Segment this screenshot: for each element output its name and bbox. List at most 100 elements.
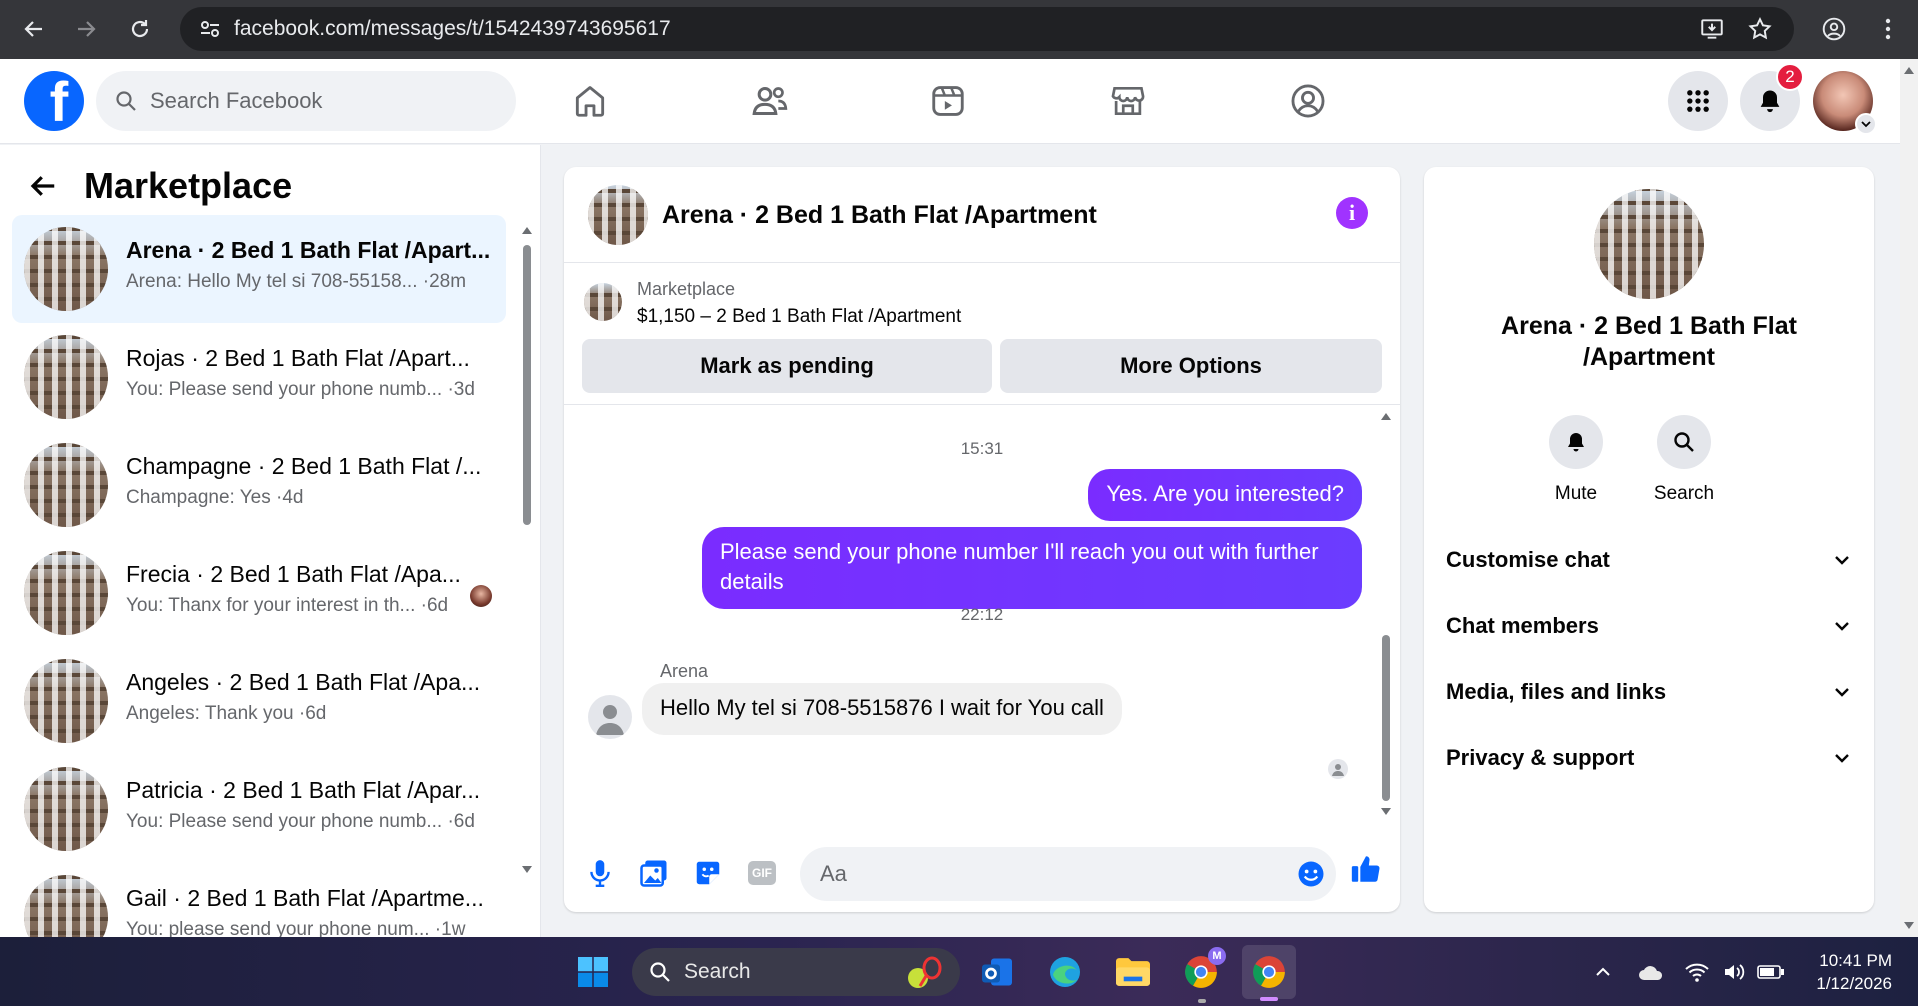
forward-arrow-icon[interactable] [66, 9, 106, 49]
conversation-scrollbar[interactable] [520, 225, 534, 935]
bell-icon [1760, 90, 1780, 113]
edge-icon[interactable] [1042, 949, 1088, 995]
facebook-logo-icon[interactable]: f [24, 71, 84, 131]
url-text[interactable]: facebook.com/messages/t/1542439743695617 [234, 17, 671, 41]
listing-price[interactable]: $1,150 – 2 Bed 1 Bath Flat /Apartment [637, 306, 961, 328]
marketplace-icon[interactable] [1106, 79, 1150, 123]
facebook-search-box[interactable] [96, 71, 516, 131]
outgoing-message[interactable]: Yes. Are you interested? [1088, 469, 1362, 521]
conversation-item[interactable]: Frecia · 2 Bed 1 Bath Flat /Apa... You: … [12, 539, 506, 647]
volume-icon[interactable] [1720, 957, 1750, 987]
mute-button[interactable]: Mute [1536, 415, 1616, 505]
home-icon[interactable] [568, 79, 612, 123]
windows-start-icon[interactable] [570, 949, 616, 995]
profile-badge: M [1208, 947, 1226, 965]
chat-info-panel: Arena · 2 Bed 1 Bath Flat /Apartment Mut… [1424, 167, 1874, 912]
chat-members-row[interactable]: Chat members [1446, 601, 1852, 651]
search-input[interactable] [150, 88, 470, 114]
conversation-snippet: You: please send your phone num... ·1w [126, 919, 466, 937]
scroll-up-icon[interactable] [521, 225, 533, 235]
search-icon [1657, 415, 1711, 469]
page-scrollbar[interactable] [1900, 59, 1918, 937]
conversation-item[interactable]: Arena · 2 Bed 1 Bath Flat /Apart... Aren… [12, 215, 506, 323]
conversation-item[interactable]: Angeles · 2 Bed 1 Bath Flat /Apa... Ange… [12, 647, 506, 755]
message-input[interactable] [820, 861, 1260, 887]
info-title-line: /Apartment [1583, 343, 1715, 371]
bookmark-star-icon[interactable] [1740, 9, 1780, 49]
chat-listing-thumbnail[interactable] [588, 185, 648, 245]
chat-scrollbar[interactable] [1379, 411, 1393, 821]
account-avatar[interactable] [1813, 71, 1877, 135]
browser-toolbar: facebook.com/messages/t/1542439743695617 [0, 0, 1918, 59]
mark-as-pending-button[interactable]: Mark as pending [582, 339, 992, 393]
menu-grid-icon[interactable] [1668, 71, 1728, 131]
photo-icon[interactable] [636, 855, 672, 891]
conversation-item[interactable]: Rojas · 2 Bed 1 Bath Flat /Apart... You:… [12, 323, 506, 431]
system-clock[interactable]: 10:41 PM 1/12/2026 [1816, 949, 1892, 995]
browser-menu-icon[interactable] [1868, 9, 1908, 49]
install-app-icon[interactable] [1692, 9, 1732, 49]
taskbar-search[interactable]: Search [632, 948, 960, 996]
gif-icon[interactable]: GIF [744, 855, 780, 891]
site-settings-icon[interactable] [198, 17, 222, 41]
onedrive-cloud-icon[interactable] [1636, 957, 1666, 987]
customise-chat-row[interactable]: Customise chat [1446, 535, 1852, 585]
incoming-message[interactable]: Hello My tel si 708-5515876 I wait for Y… [642, 683, 1122, 735]
wifi-icon[interactable] [1682, 957, 1712, 987]
outgoing-message[interactable]: Please send your phone number I'll reach… [702, 527, 1362, 609]
friends-icon[interactable] [748, 79, 792, 123]
emoji-icon[interactable] [1296, 859, 1326, 889]
conversation-name: Patricia · 2 Bed 1 Bath Flat /Apar... [126, 777, 481, 803]
clock-time: 10:41 PM [1819, 951, 1892, 970]
row-label: Chat members [1446, 613, 1599, 638]
panel-title: Marketplace [84, 165, 293, 206]
scroll-down-icon[interactable] [521, 865, 533, 875]
timestamp: 22:12 [960, 605, 1004, 624]
conversation-item[interactable]: Champagne · 2 Bed 1 Bath Flat /... Champ… [12, 431, 506, 539]
conversation-snippet: Arena: Hello My tel si 708-55158... ·28m [126, 271, 467, 292]
scroll-up-icon[interactable] [1903, 65, 1915, 75]
reload-icon[interactable] [120, 9, 160, 49]
thumbs-up-icon[interactable] [1348, 851, 1384, 887]
listing-thumbnail [24, 335, 108, 419]
more-options-button[interactable]: More Options [1000, 339, 1382, 393]
search-in-chat-button[interactable]: Search [1644, 415, 1724, 505]
chevron-down-icon[interactable] [1855, 113, 1877, 135]
scroll-thumb[interactable] [1382, 635, 1390, 801]
chrome-active-icon[interactable] [1242, 945, 1296, 1001]
privacy-support-row[interactable]: Privacy & support [1446, 733, 1852, 783]
bell-icon [1549, 415, 1603, 469]
outlook-icon[interactable] [974, 949, 1020, 995]
conversation-snippet: You: Please send your phone numb... ·6d [126, 811, 475, 832]
conversation-name: Champagne · 2 Bed 1 Bath Flat /... [126, 453, 482, 479]
video-icon[interactable] [926, 79, 970, 123]
chrome-icon[interactable]: M [1178, 947, 1226, 1003]
gaming-icon[interactable] [1286, 79, 1330, 123]
conversation-item[interactable]: Patricia · 2 Bed 1 Bath Flat /Apar... Yo… [12, 755, 506, 863]
notifications-button[interactable]: 2 [1740, 63, 1804, 131]
show-hidden-icons-chevron-icon[interactable] [1588, 957, 1618, 987]
scroll-down-icon[interactable] [1380, 807, 1392, 817]
scroll-down-icon[interactable] [1903, 921, 1915, 931]
scroll-up-icon[interactable] [1380, 411, 1392, 421]
sticker-icon[interactable] [690, 855, 726, 891]
microphone-icon[interactable] [582, 855, 618, 891]
scroll-thumb[interactable] [523, 245, 531, 525]
profile-icon[interactable] [1814, 9, 1854, 49]
battery-icon[interactable] [1756, 957, 1786, 987]
sender-avatar[interactable] [588, 695, 632, 739]
file-explorer-icon[interactable] [1110, 949, 1156, 995]
conversation-item[interactable]: Gail · 2 Bed 1 Bath Flat /Apartme... You… [12, 863, 506, 937]
conversation-name: Arena · 2 Bed 1 Bath Flat /Apart... [126, 237, 491, 263]
info-icon[interactable]: i [1336, 197, 1368, 229]
clock-date: 1/12/2026 [1816, 974, 1892, 993]
info-listing-thumbnail[interactable] [1594, 189, 1704, 299]
address-bar[interactable]: facebook.com/messages/t/1542439743695617 [180, 7, 1794, 51]
notification-badge: 2 [1776, 63, 1804, 91]
back-arrow-icon[interactable] [28, 171, 58, 201]
conversation-list-panel: Marketplace Arena · 2 Bed 1 Bath Flat /A… [0, 145, 541, 937]
message-input-box[interactable] [800, 847, 1336, 901]
chat-title[interactable]: Arena · 2 Bed 1 Bath Flat /Apartment [662, 201, 1097, 230]
back-arrow-icon[interactable] [14, 9, 54, 49]
media-files-links-row[interactable]: Media, files and links [1446, 667, 1852, 717]
